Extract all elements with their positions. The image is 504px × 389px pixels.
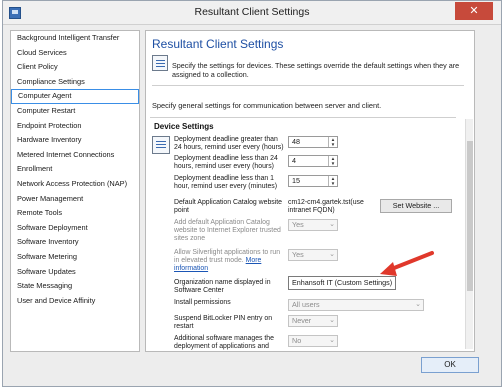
- sidebar-item-network-access-protection-nap[interactable]: Network Access Protection (NAP): [11, 177, 139, 192]
- silverlight-label: Allow Silverlight applications to run in…: [174, 249, 281, 264]
- chevron-down-icon: ⌄: [329, 337, 335, 344]
- stepper-value: 15: [292, 176, 300, 185]
- sidebar-item-cloud-services[interactable]: Cloud Services: [11, 46, 139, 61]
- sidebar-item-enrollment[interactable]: Enrollment: [11, 162, 139, 177]
- page-description: Specify the settings for devices. These …: [172, 61, 460, 79]
- setting-label: Deployment deadline less than 1 hour, re…: [174, 175, 278, 190]
- stepper-arrows-icon[interactable]: ▲ ▼: [328, 176, 337, 186]
- vertical-scrollbar[interactable]: [465, 119, 473, 349]
- sidebar-item-user-and-device-affinity[interactable]: User and Device Affinity: [11, 294, 139, 309]
- bitlocker-dropdown[interactable]: Never ⌄: [288, 315, 338, 327]
- sidebar-item-remote-tools[interactable]: Remote Tools: [11, 206, 139, 221]
- chevron-down-icon: ⌄: [329, 251, 335, 258]
- dropdown-value: Never: [292, 316, 312, 325]
- chevron-down-icon: ⌄: [329, 221, 335, 228]
- sidebar-item-computer-agent[interactable]: Computer Agent: [11, 89, 139, 104]
- dropdown-value: Yes: [292, 250, 304, 259]
- setting-label: Allow Silverlight applications to run in…: [174, 249, 284, 272]
- sidebar-item-software-updates[interactable]: Software Updates: [11, 265, 139, 280]
- sidebar-item-computer-restart[interactable]: Computer Restart: [11, 104, 139, 119]
- window-title: Resultant Client Settings: [194, 6, 310, 18]
- hours-stepper[interactable]: 4 ▲ ▼: [288, 155, 338, 167]
- sidebar-item-software-deployment[interactable]: Software Deployment: [11, 221, 139, 236]
- sidebar-item-compliance-settings[interactable]: Compliance Settings: [11, 75, 139, 90]
- silverlight-dropdown[interactable]: Yes ⌄: [288, 249, 338, 261]
- dropdown-value: Yes: [292, 220, 304, 229]
- sidebar-item-hardware-inventory[interactable]: Hardware Inventory: [11, 133, 139, 148]
- sidebar-item-software-metering[interactable]: Software Metering: [11, 250, 139, 265]
- sidebar-item-state-messaging[interactable]: State Messaging: [11, 279, 139, 294]
- chevron-down-icon: ⌄: [329, 317, 335, 324]
- stepper-value: 4: [292, 156, 296, 165]
- additional-software-dropdown[interactable]: No ⌄: [288, 335, 338, 347]
- catalog-website-value: cm12-cm4.gartek.tst(use intranet FQDN): [288, 199, 364, 214]
- setting-label: Deployment deadline less than 24 hours, …: [174, 155, 278, 170]
- install-permissions-dropdown[interactable]: All users ⌄: [288, 299, 424, 311]
- ok-button[interactable]: OK: [421, 357, 479, 373]
- sidebar-item-metered-internet-connections[interactable]: Metered Internet Connections: [11, 148, 139, 163]
- dropdown-value: All users: [292, 300, 320, 309]
- settings-category-list: Background Intelligent Transfer Cloud Ser…: [10, 30, 140, 352]
- chevron-down-icon: ⌄: [415, 301, 421, 308]
- sidebar-item-endpoint-protection[interactable]: Endpoint Protection: [11, 119, 139, 134]
- device-settings-icon: [152, 136, 170, 154]
- setting-label: Default Application Catalog website poin…: [174, 199, 283, 214]
- setting-label: Organization name displayed in Software …: [174, 279, 271, 294]
- stepper-value: 48: [292, 137, 300, 146]
- page-title: Resultant Client Settings: [152, 37, 284, 51]
- sidebar-item-software-inventory[interactable]: Software Inventory: [11, 235, 139, 250]
- setting-label: Install permissions: [174, 299, 231, 306]
- main-panel: Resultant Client Settings Specify the se…: [145, 30, 475, 352]
- sidebar-item-power-management[interactable]: Power Management: [11, 192, 139, 207]
- setting-label: Deployment deadline greater than 24 hour…: [174, 136, 284, 151]
- set-website-button[interactable]: Set Website ...: [380, 199, 452, 213]
- dropdown-value: No: [292, 336, 302, 345]
- setting-label: Additional software manages the deployme…: [174, 335, 274, 351]
- trusted-sites-dropdown[interactable]: Yes ⌄: [288, 219, 338, 231]
- stepper-arrows-icon[interactable]: ▲ ▼: [328, 137, 337, 147]
- title-bar: Resultant Client Settings ✕: [3, 1, 501, 25]
- general-description: Specify general settings for communicati…: [152, 101, 382, 110]
- sidebar-item-client-policy[interactable]: Client Policy: [11, 60, 139, 75]
- stepper-arrows-icon[interactable]: ▲ ▼: [328, 156, 337, 166]
- organization-name-field[interactable]: Enhansoft IT (Custom Settings): [288, 276, 396, 290]
- setting-label: Suspend BitLocker PIN entry on restart: [174, 315, 273, 330]
- sidebar-item-background-intelligent-transfer[interactable]: Background Intelligent Transfer: [11, 31, 139, 46]
- device-settings-heading: Device Settings: [154, 122, 214, 131]
- minutes-stepper[interactable]: 15 ▲ ▼: [288, 175, 338, 187]
- scrollbar-thumb[interactable]: [467, 141, 473, 291]
- setting-label: Add default Application Catalog website …: [174, 219, 281, 242]
- divider: [152, 85, 464, 86]
- settings-icon: [152, 55, 168, 71]
- device-settings-group: Device Settings Deployment deadline grea…: [150, 117, 456, 351]
- close-button[interactable]: ✕: [455, 2, 493, 20]
- hours-stepper[interactable]: 48 ▲ ▼: [288, 136, 338, 148]
